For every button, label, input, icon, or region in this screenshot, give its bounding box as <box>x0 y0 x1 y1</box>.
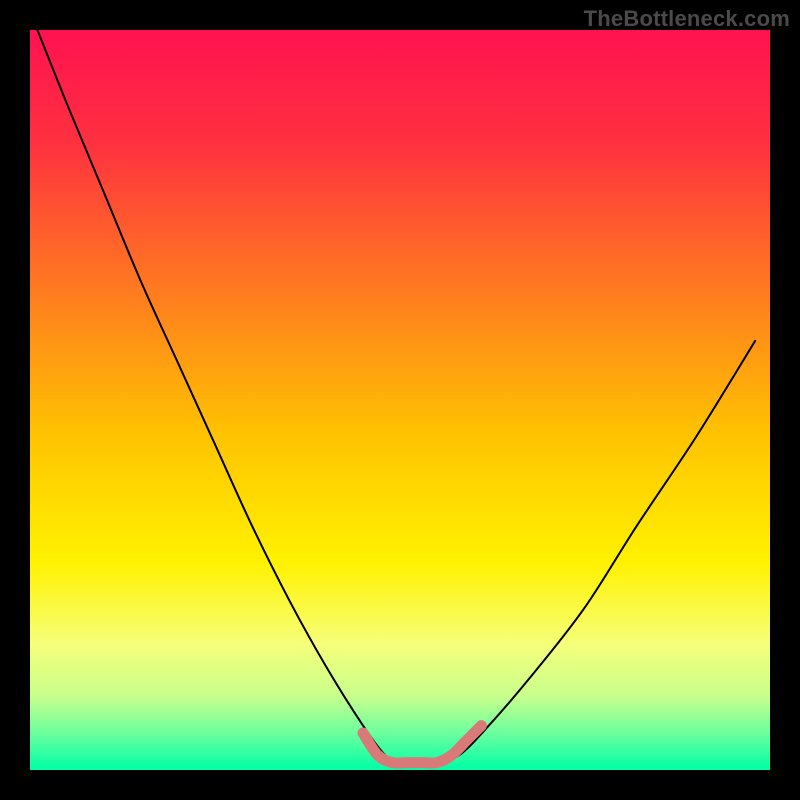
watermark-label: TheBottleneck.com <box>584 6 790 32</box>
bottleneck-chart <box>0 0 800 800</box>
chart-frame: TheBottleneck.com <box>0 0 800 800</box>
plot-background <box>30 30 770 770</box>
